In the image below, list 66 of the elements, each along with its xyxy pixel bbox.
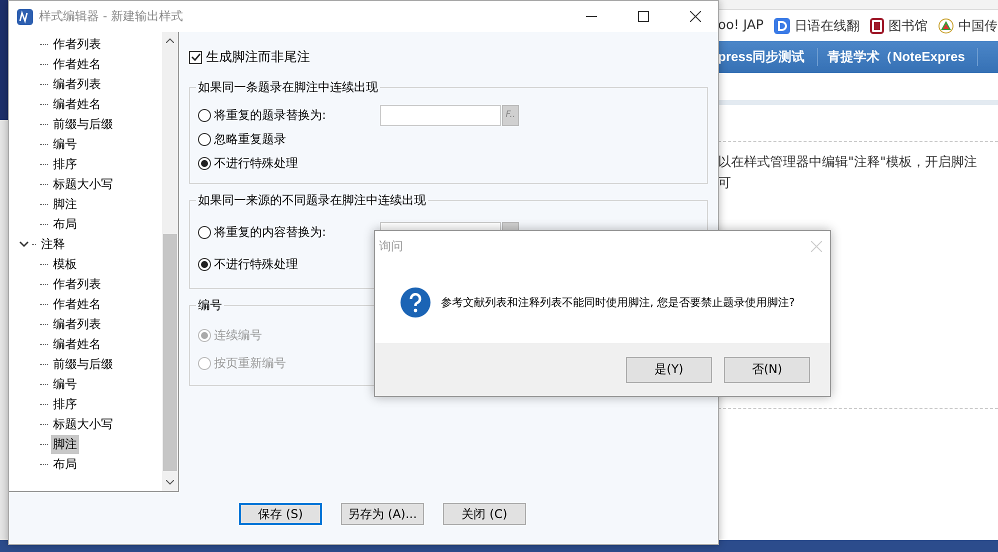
tree-item[interactable]: 排序 [51,394,79,414]
close-icon[interactable] [690,11,700,22]
tree-item[interactable]: 作者列表 [51,274,103,294]
dialog-button[interactable]: 是(Y) [626,356,712,382]
dialog-title: 询问 [379,238,403,255]
letter-badge-icon [774,18,790,34]
tree-item[interactable]: 标题大小写 [51,414,115,434]
radio-label: 按页重新编号 [214,354,286,372]
bookmark-icon [870,18,884,34]
tree-item[interactable]: 作者列表 [51,34,103,54]
tree-item[interactable]: 模板 [51,254,79,274]
chevron-icon[interactable] [19,239,29,249]
tree-item[interactable]: 布局 [51,214,79,234]
window-title: 样式编辑器 - 新建输出样式 [39,8,184,25]
tree-item[interactable]: 注释 [39,234,67,254]
bookmark-link[interactable]: 图书馆 [888,16,928,34]
bookmark-link[interactable]: 日语在线翻 [794,16,860,34]
tree-item[interactable]: 编者列表 [51,74,103,94]
tree-item[interactable]: 作者姓名 [51,294,103,314]
radio-label: 连续编号 [214,326,262,344]
tree-item[interactable]: 编者姓名 [51,94,103,114]
tree-item[interactable]: 前缀与后缀 [51,114,115,134]
radio-label: 不进行特殊处理 [214,154,298,172]
radio-label: 忽略重复题录 [214,130,286,148]
body-text: 可 [718,175,732,193]
radio-label: 将重复的题录替换为: [214,106,326,124]
group-title: 编号 [196,297,224,314]
tree-item[interactable]: 编号 [51,134,79,154]
tree-item[interactable]: 脚注 [51,434,79,454]
nav-link[interactable]: 青提学术（NoteExpres [828,48,978,66]
maximize-icon[interactable] [638,11,648,22]
checkbox[interactable] [189,50,202,64]
scroll-up-icon[interactable] [166,38,174,43]
dialog-button[interactable]: 关闭 (C) [443,503,526,525]
tree-item[interactable]: 布局 [51,454,79,474]
dialog-button[interactable]: 另存为 (A)... [341,503,424,525]
question-icon [400,287,431,318]
body-text: 以在样式管理器中编辑"注释"模板，开启脚注 [718,154,978,172]
tree-item[interactable]: 脚注 [51,194,79,214]
scroll-down-icon[interactable] [166,480,174,485]
dialog-button[interactable]: 保存 (S) [239,503,322,525]
emblem-icon [938,18,954,34]
tree-item[interactable]: 排序 [51,154,79,174]
radio-button[interactable] [198,156,211,170]
tree-item[interactable]: 编号 [51,374,79,394]
radio-button[interactable] [198,108,211,122]
app-logo-icon [17,8,33,24]
radio-button[interactable] [198,132,211,146]
radio-button[interactable] [198,226,211,238]
tree-item[interactable]: 编者姓名 [51,334,103,354]
dialog-message: 参考文献列表和注释列表不能同时使用脚注, 您是否要禁止题录使用脚注? [441,295,795,310]
tree-item[interactable]: 编者列表 [51,314,103,334]
bookmark-link[interactable]: 中国传 [958,16,998,34]
tree-item[interactable]: 作者姓名 [51,54,103,74]
tree-item[interactable]: 标题大小写 [51,174,115,194]
minimize-icon[interactable] [586,16,596,18]
bookmark-link[interactable]: oo! JAP [718,18,764,33]
radio-label: 不进行特殊处理 [214,256,298,272]
checkbox-label: 生成脚注而非尾注 [206,49,310,66]
radio-label: 将重复的内容替换为: [214,224,326,240]
input-field[interactable] [380,104,501,126]
radio-button[interactable] [198,258,211,270]
tree-item[interactable]: 前缀与后缀 [51,354,115,374]
group-title: 如果同一条题录在脚注中连续出现 [196,79,380,96]
group-title: 如果同一来源的不同题录在脚注中连续出现 [196,192,428,209]
dialog-button[interactable]: 否(N) [724,356,810,382]
